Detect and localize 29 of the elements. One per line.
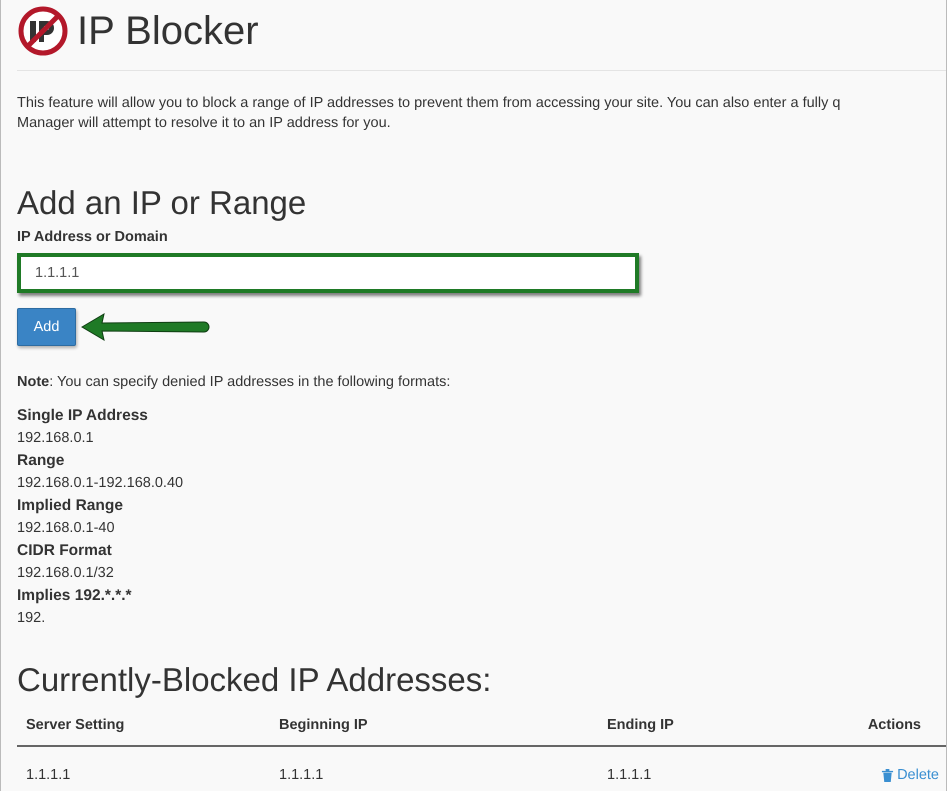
delete-link[interactable]: Delete <box>881 767 939 783</box>
table-cell-text: 1.1.1.1 <box>25 767 72 783</box>
format-example: 192.168.0.1 <box>17 429 95 448</box>
format-name: Implies 192.*.*.* <box>17 586 133 606</box>
add-button[interactable]: Add <box>17 308 76 346</box>
format-example: 192.168.0.1-192.168.0.40 <box>17 474 184 493</box>
format-example: 192. <box>17 609 46 628</box>
no-ip-icon <box>17 5 69 57</box>
table-cell-text: 1.1.1.1 <box>279 767 324 783</box>
format-example: 192.168.0.1-40 <box>17 519 116 538</box>
section-heading: Add an IP or Range <box>17 183 308 223</box>
format-name: Range <box>17 451 66 471</box>
format-name: CIDR Format <box>17 541 113 561</box>
column-header: Beginning IP <box>279 717 369 733</box>
table-cell-text: 1.1.1.1 <box>607 767 652 783</box>
column-header: Server Setting <box>25 717 126 733</box>
description-text: This feature will allow you to block a range of IP addresses to prevent them from accessing your site. You can also enter a fully q <box>17 94 842 113</box>
format-name: Implied Range <box>17 496 124 516</box>
format-name: Single IP Address <box>17 406 149 426</box>
column-header: Ending IP <box>607 717 675 733</box>
page-title: IP Blocker <box>77 8 259 54</box>
format-example: 192.168.0.1/32 <box>17 564 115 583</box>
description-text: Manager will attempt to resolve it to an IP address for you. <box>17 114 392 133</box>
ip-address-field[interactable]: 1.1.1.1 <box>17 253 639 293</box>
column-header: Actions <box>866 717 922 733</box>
section-heading: Currently-Blocked IP Addresses: <box>17 660 492 700</box>
field-label: IP Address or Domain <box>17 228 169 247</box>
note-text: Note: You can specify denied IP addresses in the following formats: <box>17 373 452 392</box>
trash-icon <box>881 768 894 782</box>
